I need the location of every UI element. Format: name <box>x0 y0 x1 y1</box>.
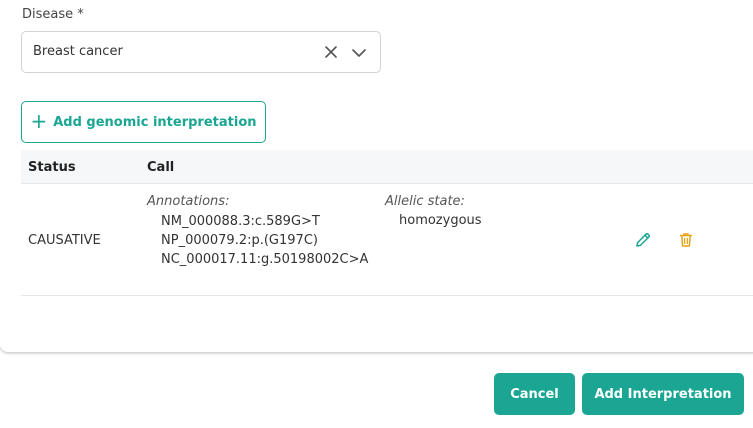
add-interpretation-button[interactable]: Add Interpretation <box>582 373 744 415</box>
annotation-item: NM_000088.3:c.589G>T <box>161 214 320 229</box>
annotations-title: Annotations: <box>147 194 230 209</box>
cancel-button[interactable]: Cancel <box>494 373 575 415</box>
disease-label: Disease * <box>22 7 84 22</box>
table-header: Status Call <box>21 150 753 184</box>
disease-select[interactable]: Breast cancer <box>21 31 381 73</box>
annotations-list: NM_000088.3:c.589G>T NP_000079.2:p.(G197… <box>161 212 368 269</box>
pencil-icon[interactable] <box>634 231 652 249</box>
trash-icon[interactable] <box>677 231 695 249</box>
add-genomic-interpretation-button[interactable]: + Add genomic interpretation <box>21 101 266 143</box>
add-genomic-interpretation-label: Add genomic interpretation <box>53 114 257 130</box>
allelic-state-title: Allelic state: <box>385 194 465 209</box>
column-header-status: Status <box>28 160 76 175</box>
interpretation-card: Disease * Breast cancer + Add genomic in… <box>0 0 753 352</box>
annotation-item: NP_000079.2:p.(G197C) <box>161 233 318 248</box>
chevron-down-icon[interactable] <box>350 44 368 62</box>
status-cell: CAUSATIVE <box>28 233 101 248</box>
column-header-call: Call <box>147 160 175 175</box>
close-icon[interactable] <box>322 43 340 61</box>
annotation-item: NC_000017.11:g.50198002C>A <box>161 252 369 267</box>
disease-select-value: Breast cancer <box>33 44 123 59</box>
plus-icon: + <box>30 109 48 133</box>
table-row: CAUSATIVE Annotations: NM_000088.3:c.589… <box>21 184 753 296</box>
allelic-state-value: homozygous <box>399 213 482 228</box>
